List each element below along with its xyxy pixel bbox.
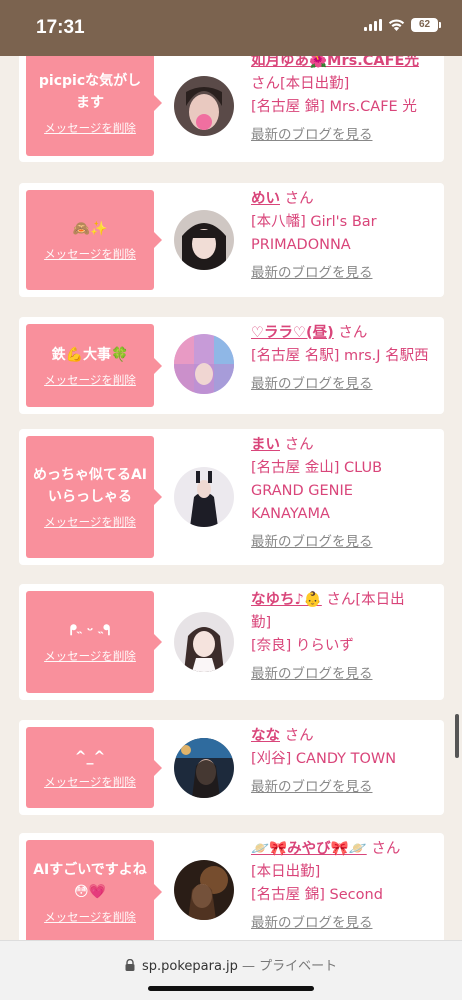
honorific: さん <box>284 191 314 207</box>
cast-detail: PRIMADONNA <box>251 237 351 253</box>
message-bubble: 鉄💪大事🍀 メッセージを削除 <box>26 324 162 407</box>
delete-message-link[interactable]: メッセージを削除 <box>44 246 136 262</box>
cast-info: 如月ゆあ🌺Mrs.CAFE光 さん[本日出勤] [名古屋 錦] Mrs.CAFE… <box>251 56 441 147</box>
avatar[interactable] <box>174 334 234 394</box>
message-card: めっちゃ似てるAIいらっしゃる メッセージを削除 まい さん [名古屋 金山] … <box>19 429 444 565</box>
delete-message-link[interactable]: メッセージを削除 <box>44 909 136 925</box>
message-card: ^_^ メッセージを削除 なな さん [刈谷] CANDY TOWN 最新のブロ… <box>19 720 444 815</box>
cast-detail: [本日出勤] <box>251 864 321 880</box>
message-bubble: めっちゃ似てるAIいらっしゃる メッセージを削除 <box>26 436 162 558</box>
cast-info: なゆち♪👶 さん[本日出 勤] [奈良] りらいず 最新のブログを見る <box>251 589 441 686</box>
avatar[interactable] <box>174 210 234 270</box>
browser-address-bar[interactable]: sp.pokepara.jp — プライベート <box>0 940 462 1000</box>
message-bubble: AIすごいですよね😳💗 メッセージを削除 <box>26 840 162 940</box>
cast-name-link[interactable]: めい <box>251 191 280 207</box>
cast-name-link[interactable]: 如月ゆあ🌺Mrs.CAFE光 <box>251 56 419 69</box>
latest-blog-link[interactable]: 最新のブログを見る <box>251 373 373 396</box>
message-card: 鉄💪大事🍀 メッセージを削除 ♡ララ♡(昼) さん [名古屋 名駅] mrs.J… <box>19 317 444 414</box>
avatar[interactable] <box>174 76 234 136</box>
url-display[interactable]: sp.pokepara.jp — プライベート <box>0 955 462 974</box>
message-text: 🙈✨ <box>72 221 108 237</box>
latest-blog-link[interactable]: 最新のブログを見る <box>251 262 373 285</box>
message-text: AIすごいですよね😳💗 <box>33 862 147 900</box>
home-indicator[interactable] <box>148 986 314 991</box>
delete-message-link[interactable]: メッセージを削除 <box>44 774 136 790</box>
message-text: めっちゃ似てるAIいらっしゃる <box>32 467 148 505</box>
latest-blog-link[interactable]: 最新のブログを見る <box>251 776 373 799</box>
cast-detail: 勤] <box>251 615 272 631</box>
cast-info: めい さん [本八幡] Girl's Bar PRIMADONNA 最新のブログ… <box>251 188 441 285</box>
status-bar: 17:31 62 <box>0 0 462 56</box>
status-icons: 62 <box>364 18 441 32</box>
cast-detail: さん[本日出勤] <box>251 76 350 92</box>
avatar[interactable] <box>174 467 234 527</box>
cast-info: ♡ララ♡(昼) さん [名古屋 名駅] mrs.J 名駅西 最新のブログを見る <box>251 322 441 396</box>
wifi-icon <box>388 19 405 31</box>
lock-icon <box>125 958 135 971</box>
cast-detail: GRAND GENIE <box>251 483 353 499</box>
latest-blog-link[interactable]: 最新のブログを見る <box>251 912 373 935</box>
cast-detail: [刈谷] CANDY TOWN <box>251 751 397 767</box>
message-bubble: ᖰ˵ ᵕ ˵ᖳ メッセージを削除 <box>26 591 162 693</box>
scrollbar[interactable] <box>455 714 459 758</box>
avatar[interactable] <box>174 738 234 798</box>
delete-message-link[interactable]: メッセージを削除 <box>44 372 136 388</box>
honorific: さん <box>284 437 314 453</box>
delete-message-link[interactable]: メッセージを削除 <box>44 120 136 136</box>
latest-blog-link[interactable]: 最新のブログを見る <box>251 531 373 554</box>
message-card: 🙈✨ メッセージを削除 めい さん [本八幡] Girl's Bar PRIMA… <box>19 183 444 297</box>
delete-message-link[interactable]: メッセージを削除 <box>44 514 136 530</box>
cast-detail: [名古屋 金山] CLUB <box>251 460 383 476</box>
latest-blog-link[interactable]: 最新のブログを見る <box>251 663 373 686</box>
cast-detail: [名古屋 錦] Second <box>251 887 383 903</box>
cast-info: まい さん [名古屋 金山] CLUB GRAND GENIE KANAYAMA… <box>251 434 441 554</box>
honorific: さん <box>338 325 368 341</box>
cast-name-link[interactable]: まい <box>251 437 280 453</box>
latest-blog-link[interactable]: 最新のブログを見る <box>251 124 373 147</box>
message-card: picpicな気がします メッセージを削除 如月ゆあ🌺Mrs.CAFE光 さん[… <box>19 56 444 162</box>
private-mode-label: — プライベート <box>242 959 338 974</box>
honorific: さん <box>284 728 314 744</box>
cast-name-link[interactable]: 🪐🎀みやび🎀🪐 <box>251 841 367 857</box>
cast-detail: [本八幡] Girl's Bar <box>251 214 377 230</box>
message-card: AIすごいですよね😳💗 メッセージを削除 🪐🎀みやび🎀🪐 さん [本日出勤] [… <box>19 833 444 940</box>
avatar[interactable] <box>174 860 234 920</box>
avatar[interactable] <box>174 612 234 672</box>
cast-detail: KANAYAMA <box>251 506 330 522</box>
cast-name-link[interactable]: ♡ララ♡(昼) <box>251 325 334 341</box>
message-text: picpicな気がします <box>38 73 142 111</box>
cast-info: 🪐🎀みやび🎀🪐 さん [本日出勤] [名古屋 錦] Second 最新のブログを… <box>251 838 441 935</box>
honorific: さん[本日出 <box>326 592 405 608</box>
message-text: 鉄💪大事🍀 <box>51 346 129 363</box>
honorific: さん <box>371 841 401 857</box>
cast-name-link[interactable]: なな <box>251 728 280 744</box>
url-text: sp.pokepara.jp <box>141 959 238 974</box>
cast-name-link[interactable]: なゆち♪👶 <box>251 592 322 608</box>
battery-icon: 62 <box>411 18 441 32</box>
cast-detail: [名古屋 錦] Mrs.CAFE 光 <box>251 99 417 115</box>
cast-detail: [奈良] りらいず <box>251 638 354 654</box>
signal-icon <box>364 19 382 31</box>
message-list: picpicな気がします メッセージを削除 如月ゆあ🌺Mrs.CAFE光 さん[… <box>0 56 462 940</box>
message-text: ᖰ˵ ᵕ ˵ᖳ <box>69 623 111 639</box>
clock: 17:31 <box>36 17 85 38</box>
message-bubble: ^_^ メッセージを削除 <box>26 727 162 808</box>
message-bubble: picpicな気がします メッセージを削除 <box>26 56 162 156</box>
message-card: ᖰ˵ ᵕ ˵ᖳ メッセージを削除 なゆち♪👶 さん[本日出 勤] [奈良] りら… <box>19 584 444 700</box>
message-text: ^_^ <box>74 748 106 765</box>
message-bubble: 🙈✨ メッセージを削除 <box>26 190 162 290</box>
cast-info: なな さん [刈谷] CANDY TOWN 最新のブログを見る <box>251 725 441 799</box>
delete-message-link[interactable]: メッセージを削除 <box>44 648 136 664</box>
cast-detail: [名古屋 名駅] mrs.J 名駅西 <box>251 348 429 364</box>
